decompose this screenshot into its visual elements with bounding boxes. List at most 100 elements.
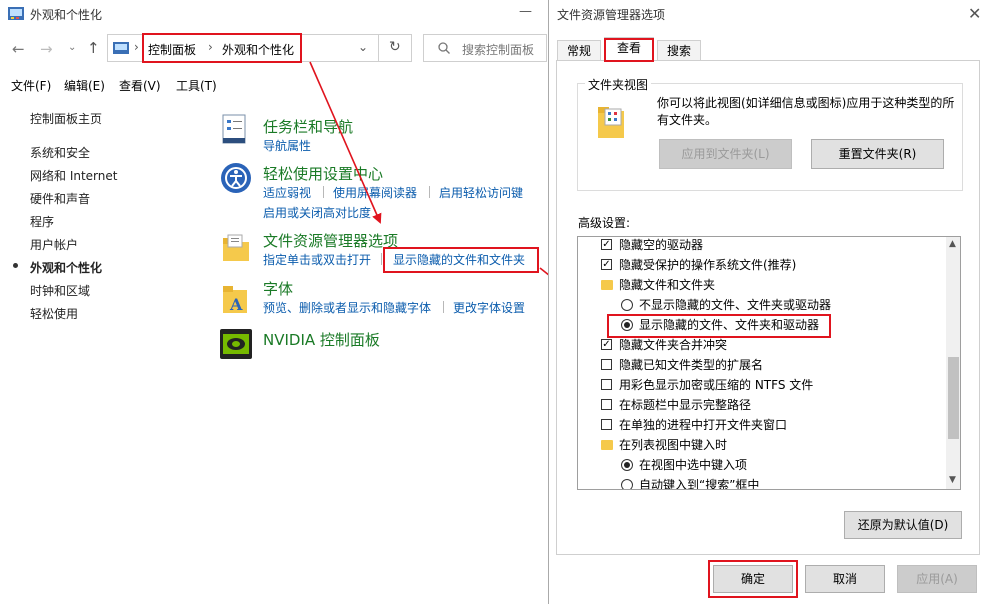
link-separator <box>323 186 324 198</box>
advanced-item-label: 隐藏空的驱动器 <box>619 238 704 252</box>
link-separator <box>443 301 444 313</box>
back-arrow-icon[interactable]: ← <box>12 40 25 58</box>
file-explorer-options-icon <box>223 234 249 261</box>
link-high-contrast[interactable]: 启用或关闭高对比度 <box>263 204 371 221</box>
category-fonts[interactable]: 字体 <box>263 278 293 299</box>
advanced-item-label: 用彩色显示加密或压缩的 NTFS 文件 <box>619 378 814 392</box>
tab-search[interactable]: 搜索 <box>657 40 701 61</box>
advanced-item-label: 不显示隐藏的文件、文件夹或驱动器 <box>639 298 832 312</box>
minimize-icon[interactable]: — <box>519 4 532 19</box>
sidebar-item-network[interactable]: 网络和 Internet <box>30 167 117 184</box>
up-arrow-icon[interactable]: ↑ <box>87 39 100 57</box>
advanced-item-label: 隐藏文件和文件夹 <box>619 278 716 292</box>
svg-text:A: A <box>229 295 243 314</box>
ok-button-highlight <box>708 560 798 598</box>
dialog-title: 文件资源管理器选项 <box>557 8 666 22</box>
apply-to-folders-button[interactable]: 应用到文件夹(L) <box>659 139 792 169</box>
radio-icon[interactable] <box>621 299 633 311</box>
advanced-item-label: 隐藏受保护的操作系统文件(推荐) <box>619 258 797 272</box>
checkbox-icon[interactable] <box>601 359 612 370</box>
folder-icon <box>601 280 613 290</box>
forward-arrow-icon[interactable]: → <box>40 40 53 58</box>
file-explorer-options-dialog: 文件资源管理器选项 ✕ 常规 查看 搜索 文件夹视图 你可以将此视图(如详细信息… <box>548 0 989 604</box>
link-navigation-properties[interactable]: 导航属性 <box>263 137 311 154</box>
search-placeholder: 搜索控制面板 <box>462 43 535 57</box>
fonts-icon: A <box>223 286 247 314</box>
sidebar-item-accounts[interactable]: 用户帐户 <box>30 236 78 253</box>
restore-defaults-button[interactable]: 还原为默认值(D) <box>844 511 962 539</box>
ease-of-access-icon <box>221 163 251 193</box>
sidebar-home[interactable]: 控制面板主页 <box>30 110 102 127</box>
advanced-item-label: 在列表视图中键入时 <box>619 438 728 452</box>
sidebar-item-programs[interactable]: 程序 <box>30 213 54 230</box>
breadcrumb-highlight <box>142 33 302 63</box>
category-file-explorer-options[interactable]: 文件资源管理器选项 <box>263 230 398 251</box>
link-screen-reader[interactable]: 使用屏幕阅读器 <box>333 184 417 201</box>
sidebar-item-appearance[interactable]: 外观和个性化 <box>30 259 102 276</box>
show-hidden-link-highlight <box>383 247 539 273</box>
link-change-font-settings[interactable]: 更改字体设置 <box>453 299 525 316</box>
view-tab-highlight <box>604 38 654 62</box>
category-nvidia[interactable]: NVIDIA 控制面板 <box>263 329 380 350</box>
advanced-item-label: 在单独的进程中打开文件夹窗口 <box>619 418 788 432</box>
radio-selected-icon[interactable] <box>621 459 633 471</box>
sidebar-item-security[interactable]: 系统和安全 <box>30 144 90 161</box>
folder-views-label: 文件夹视图 <box>585 76 652 93</box>
advanced-settings-list[interactable]: ✓ 隐藏空的驱动器 ✓ 隐藏受保护的操作系统文件(推荐) 隐藏文件和文件夹不显示隐藏的文… <box>577 236 961 490</box>
breadcrumb-chevron-icon: › <box>134 40 139 54</box>
apply-button[interactable]: 应用(A) <box>897 565 977 593</box>
menu-tools[interactable]: 工具(T) <box>176 77 217 94</box>
link-low-vision[interactable]: 适应弱视 <box>263 184 311 201</box>
link-accessibility-keys[interactable]: 启用轻松访问键 <box>439 184 523 201</box>
checkbox-checked-icon[interactable]: ✓ <box>601 239 612 250</box>
recent-dropdown-icon[interactable]: ⌄ <box>68 42 76 53</box>
sidebar-item-hardware[interactable]: 硬件和声音 <box>30 190 90 207</box>
scrollbar-thumb[interactable] <box>948 357 959 439</box>
category-ease-of-access[interactable]: 轻松使用设置中心 <box>263 163 383 184</box>
checkbox-checked-icon[interactable]: ✓ <box>601 339 612 350</box>
control-panel-window: 外观和个性化 — ← → ⌄ ↑ › 控制面板 › 外观和个性化 ⌄ ↻ 搜索控… <box>0 0 548 604</box>
reset-folders-button[interactable]: 重置文件夹(R) <box>811 139 944 169</box>
menu-edit[interactable]: 编辑(E) <box>64 77 105 94</box>
divider <box>378 34 379 62</box>
scroll-up-icon[interactable]: ▲ <box>949 239 956 249</box>
search-icon <box>438 42 450 54</box>
checkbox-icon[interactable] <box>601 419 612 430</box>
active-bullet-icon <box>13 263 18 268</box>
checkbox-icon[interactable] <box>601 379 612 390</box>
menu-file[interactable]: 文件(F) <box>11 77 51 94</box>
folder-icon <box>601 440 613 450</box>
taskbar-icon <box>222 114 246 144</box>
close-icon[interactable]: ✕ <box>968 4 981 23</box>
checkbox-checked-icon[interactable]: ✓ <box>601 259 612 270</box>
category-taskbar[interactable]: 任务栏和导航 <box>263 116 353 137</box>
link-preview-fonts[interactable]: 预览、删除或者显示和隐藏字体 <box>263 299 431 316</box>
scrollbar[interactable]: ▲ ▼ <box>946 237 960 489</box>
folder-views-description: 你可以将此视图(如详细信息或图标)应用于这种类型的所有文件夹。 <box>657 96 955 127</box>
control-panel-small-icon <box>113 42 129 54</box>
nvidia-icon <box>220 329 252 359</box>
sidebar-item-ease[interactable]: 轻松使用 <box>30 305 78 322</box>
refresh-icon[interactable]: ↻ <box>389 39 401 55</box>
address-dropdown-icon[interactable]: ⌄ <box>358 40 368 54</box>
advanced-item-label: 自动键入到“搜索”框中 <box>639 478 760 490</box>
control-panel-icon <box>8 7 24 20</box>
advanced-item-label: 隐藏文件夹合并冲突 <box>619 338 728 352</box>
link-separator <box>429 186 430 198</box>
sidebar-item-clock[interactable]: 时钟和区域 <box>30 282 90 299</box>
search-box[interactable]: 搜索控制面板 <box>423 34 547 62</box>
menu-view[interactable]: 查看(V) <box>119 77 161 94</box>
show-hidden-option-highlight <box>607 314 831 338</box>
link-separator <box>381 253 382 265</box>
tab-general[interactable]: 常规 <box>557 40 601 61</box>
scroll-down-icon[interactable]: ▼ <box>949 475 956 485</box>
advanced-item-label: 隐藏已知文件类型的扩展名 <box>619 358 764 372</box>
cancel-button[interactable]: 取消 <box>805 565 885 593</box>
advanced-settings-label: 高级设置: <box>578 216 631 230</box>
link-single-double-click[interactable]: 指定单击或双击打开 <box>263 251 371 268</box>
window-title: 外观和个性化 <box>30 8 103 22</box>
folder-view-icon <box>598 107 624 138</box>
advanced-item-label: 在标题栏中显示完整路径 <box>619 398 752 412</box>
checkbox-icon[interactable] <box>601 399 612 410</box>
radio-icon[interactable] <box>621 479 633 489</box>
